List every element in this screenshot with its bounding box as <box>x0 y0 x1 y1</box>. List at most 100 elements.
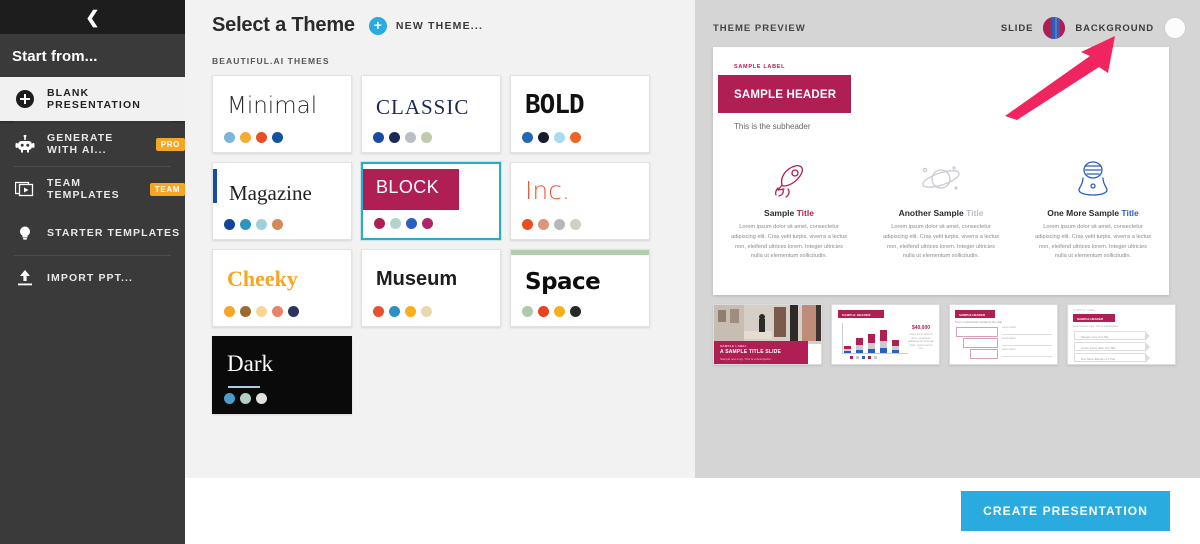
theme-card-museum[interactable]: Museum <box>361 249 501 327</box>
theme-swatches <box>522 219 581 230</box>
new-theme-label: NEW THEME... <box>395 19 484 32</box>
chart-bar <box>844 346 851 353</box>
sidebar-item-generate-with-ai[interactable]: GENERATE WITH AI... PRO <box>0 122 185 166</box>
preview-thumbnail-strip: SAMPLE LABEL A SAMPLE TITLE SLIDE Sample… <box>713 304 1186 365</box>
footer-bar: CREATE PRESENTATION <box>185 478 1200 544</box>
team-badge: TEAM <box>149 182 185 196</box>
thumbnail-callout: $40,000 Lorem ipsum dolor sit amet, cons… <box>908 325 934 351</box>
callout-caption: Lorem ipsum dolor sit amet, consectetur … <box>908 333 934 351</box>
funnel-connector <box>1002 334 1052 335</box>
thumbnail-header: SAMPLE HEADER <box>1073 314 1115 322</box>
theme-card-name: Cheeky <box>227 266 298 291</box>
robot-icon <box>14 133 36 155</box>
theme-card-dark[interactable]: Dark <box>212 336 352 414</box>
theme-card-name: BLOCK <box>376 177 440 197</box>
funnel-step <box>970 349 998 359</box>
sidebar-item-starter-templates[interactable]: STARTER TEMPLATES <box>0 211 185 255</box>
column-title: One More Sample Title <box>1033 208 1153 218</box>
chevron-row: Lorem ipsum dolor of a Title <box>1074 342 1150 352</box>
column-body: Lorem ipsum dolor sit amet, consectetur … <box>1035 224 1151 260</box>
theme-card-cheeky[interactable]: Cheeky <box>212 249 352 327</box>
sidebar-item-team-templates[interactable]: TEAM TEMPLATES TEAM <box>0 167 185 211</box>
sidebar-item-label: TEAM TEMPLATES <box>47 177 120 201</box>
theme-card-name: Inc. <box>525 176 570 205</box>
background-toggle-label: BACKGROUND <box>1075 22 1154 34</box>
thumbnail-title: A SAMPLE TITLE SLIDE <box>720 349 782 355</box>
theme-card-classic[interactable]: CLASSIC <box>361 75 501 153</box>
funnel-caption: Lorem ipsum <box>1002 326 1016 329</box>
theme-card-inc[interactable]: Inc. <box>510 162 650 240</box>
theme-swatches <box>373 306 432 317</box>
sidebar-item-label: BLANK PRESENTATION <box>47 87 141 111</box>
new-theme-button[interactable]: + NEW THEME... <box>368 16 484 35</box>
preview-label: THEME PREVIEW <box>713 22 806 34</box>
preview-slide[interactable]: SAMPLE LABEL SAMPLE HEADER This is the s… <box>713 47 1169 295</box>
slide-column: Another Sample Title Lorem ipsum dolor s… <box>865 155 1017 262</box>
astronaut-helmet-icon <box>1033 155 1153 199</box>
thumbnail-chevron-list-slide[interactable]: SAMPLE LABEL SAMPLE HEADER Lorem ipsum c… <box>1067 304 1176 365</box>
funnel-step <box>956 327 998 337</box>
page-title: Select a Theme <box>212 14 355 36</box>
theme-card-space[interactable]: Space <box>510 249 650 327</box>
create-presentation-button[interactable]: CREATE PRESENTATION <box>961 491 1170 531</box>
column-title-plain: One More Sample <box>1047 208 1122 218</box>
theme-swatches <box>224 393 267 404</box>
column-title-accent: Title <box>1121 208 1139 218</box>
sidebar: ❮ Start from... BLANK PRESENTATION GENER… <box>0 0 185 544</box>
thumbnail-photo <box>714 305 821 344</box>
theme-card-name: Magazine <box>229 181 312 205</box>
theme-swatches <box>522 132 581 143</box>
thumbnail-subtitle: Sample text copy. This is a description. <box>720 357 772 361</box>
preview-toggles: SLIDE BACKGROUND <box>1001 17 1186 39</box>
sidebar-item-label: IMPORT PPT... <box>47 272 134 284</box>
theme-preview-panel: THEME PREVIEW SLIDE BACKGROUND SAMPLE LA… <box>695 0 1200 478</box>
theme-card-name: Dark <box>227 351 273 376</box>
slides-icon <box>14 178 36 200</box>
theme-card-name: Minimal <box>227 93 318 119</box>
thumbnail-funnel-slide[interactable]: SAMPLE HEADER This is a placeholder subt… <box>949 304 1058 365</box>
theme-selection-panel: Select a Theme + NEW THEME... BEAUTIFUL.… <box>185 0 695 478</box>
slide-label: SAMPLE LABEL <box>734 64 786 70</box>
funnel-connector <box>1002 345 1052 346</box>
slide-header: SAMPLE HEADER <box>734 89 837 101</box>
thumbnail-photo-title-slide[interactable]: SAMPLE LABEL A SAMPLE TITLE SLIDE Sample… <box>713 304 822 365</box>
theme-swatches <box>522 306 581 317</box>
theme-card-name: Museum <box>376 268 458 290</box>
color-swatch-circle-icon[interactable] <box>1043 17 1066 39</box>
theme-panel-header: Select a Theme + NEW THEME... <box>212 14 695 37</box>
theme-swatches <box>373 132 432 143</box>
chart-legend <box>850 356 877 359</box>
thumbnail-subtitle: Lorem ipsum copy. This is a description. <box>1073 325 1120 328</box>
column-title-accent: Title <box>966 208 984 218</box>
themes-section-label: BEAUTIFUL.AI THEMES <box>212 56 330 66</box>
column-title: Another Sample Title <box>881 208 1001 218</box>
theme-card-bold[interactable]: BOLD <box>510 75 650 153</box>
funnel-connector <box>1002 356 1052 357</box>
slide-subheader: This is the subheader <box>734 122 811 131</box>
theme-card-name: BOLD <box>525 90 585 120</box>
slide-toggle-label: SLIDE <box>1000 22 1034 34</box>
theme-swatches <box>374 218 433 229</box>
chart-bar <box>892 340 899 353</box>
thumbnail-eyebrow: SAMPLE LABEL <box>1073 309 1096 312</box>
thumbnail-bar-chart-slide[interactable]: SAMPLE HEADER $40,000 Lorem ipsum dolor … <box>831 304 940 365</box>
white-swatch-circle-icon[interactable] <box>1164 17 1186 39</box>
chart-bar <box>880 330 887 353</box>
preview-header: THEME PREVIEW SLIDE BACKGROUND <box>713 17 1186 39</box>
theme-picker-screen: ❮ Start from... BLANK PRESENTATION GENER… <box>0 0 1200 544</box>
chevron-row: One More Sample of a Title <box>1074 353 1150 363</box>
thumbnail-title-band: SAMPLE LABEL A SAMPLE TITLE SLIDE Sample… <box>714 341 809 364</box>
lightbulb-icon <box>14 222 36 244</box>
sidebar-item-blank-presentation[interactable]: BLANK PRESENTATION <box>0 77 185 121</box>
slide-columns: Sample Title Lorem ipsum dolor sit amet,… <box>713 155 1169 262</box>
thumbnail-header: SAMPLE HEADER <box>838 310 884 318</box>
funnel-step <box>963 338 998 348</box>
column-body: Lorem ipsum dolor sit amet, consectetur … <box>883 224 999 260</box>
theme-card-magazine[interactable]: Magazine <box>212 162 352 240</box>
theme-swatches <box>224 306 299 317</box>
theme-card-minimal[interactable]: Minimal <box>212 75 352 153</box>
chevron-left-icon: ❮ <box>85 7 100 27</box>
sidebar-collapse-button[interactable]: ❮ <box>0 0 185 34</box>
sidebar-item-import-ppt[interactable]: IMPORT PPT... <box>0 256 185 300</box>
theme-card-block[interactable]: BLOCK <box>361 162 501 240</box>
